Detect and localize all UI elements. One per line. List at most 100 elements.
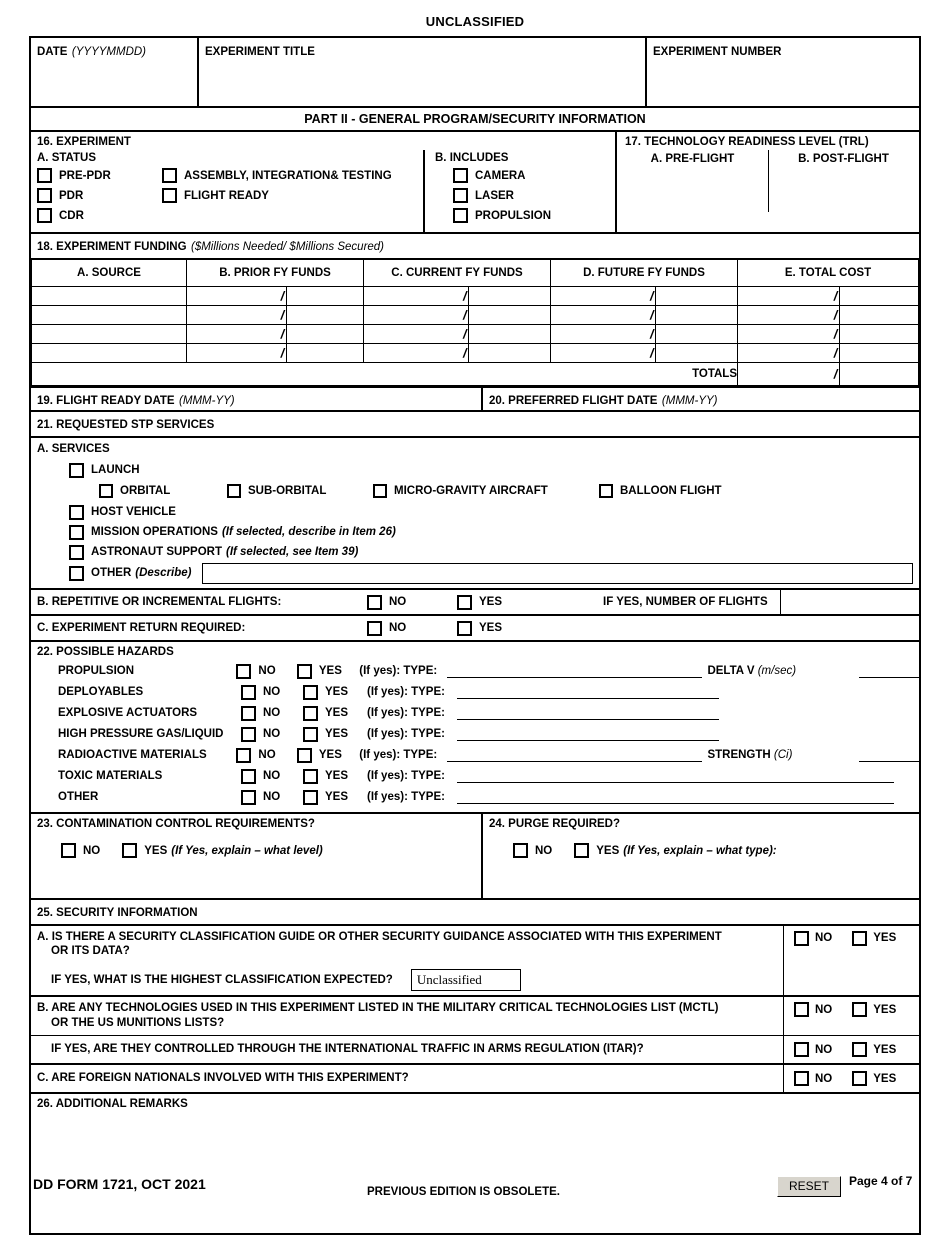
funding-totals-cell[interactable]: / bbox=[737, 361, 919, 386]
hazard-type-input[interactable] bbox=[457, 727, 719, 741]
status-cdr[interactable]: CDR bbox=[37, 206, 162, 226]
checkbox-hazard-yes[interactable] bbox=[303, 705, 318, 721]
hazard-no[interactable]: NO bbox=[241, 789, 303, 805]
item-19[interactable]: 19. FLIGHT READY DATE (MMM-YY) bbox=[31, 388, 481, 410]
hazard-no[interactable]: NO bbox=[241, 726, 303, 742]
includes-laser[interactable]: LASER bbox=[453, 186, 609, 206]
funding-future-cell[interactable]: / bbox=[550, 342, 738, 363]
checkbox-itar-yes[interactable] bbox=[852, 1042, 868, 1058]
funding-prior-cell[interactable]: / bbox=[186, 285, 364, 306]
funding-total-cell[interactable]: / bbox=[737, 323, 919, 344]
checkbox-cdr[interactable] bbox=[37, 208, 52, 224]
funding-source-input[interactable] bbox=[31, 304, 187, 325]
strength-input[interactable] bbox=[858, 748, 920, 762]
trl-post-flight-field[interactable] bbox=[768, 172, 919, 212]
checkbox-hazard-no[interactable] bbox=[241, 789, 256, 805]
hazard-no[interactable]: NO bbox=[236, 747, 296, 763]
includes-camera[interactable]: CAMERA bbox=[453, 166, 609, 186]
checkbox-camera[interactable] bbox=[453, 168, 468, 184]
checkbox-hazard-no[interactable] bbox=[241, 768, 256, 784]
funding-source-input[interactable] bbox=[31, 285, 187, 306]
includes-propulsion[interactable]: PROPULSION bbox=[453, 206, 609, 226]
checkbox-flight-ready[interactable] bbox=[162, 188, 177, 204]
checkbox-balloon-flight[interactable] bbox=[599, 484, 613, 499]
number-of-flights-input[interactable] bbox=[779, 590, 919, 615]
repetitive-flights-no[interactable]: NO bbox=[367, 594, 457, 610]
checkbox-hazard-yes[interactable] bbox=[303, 684, 318, 700]
hazard-yes[interactable]: YES bbox=[296, 747, 359, 763]
checkbox-return-no[interactable] bbox=[367, 620, 382, 636]
service-sub-orbital[interactable]: SUB-ORBITAL bbox=[227, 484, 373, 499]
service-micro-gravity-aircraft[interactable]: MICRO-GRAVITY AIRCRAFT bbox=[373, 484, 599, 499]
checkbox-pre-pdr[interactable] bbox=[37, 168, 52, 184]
checkbox-repetitive-yes[interactable] bbox=[457, 594, 472, 610]
funding-current-cell[interactable]: / bbox=[363, 304, 551, 325]
hazard-no[interactable]: NO bbox=[236, 663, 296, 679]
checkbox-mission-operations[interactable] bbox=[69, 524, 84, 540]
funding-future-cell[interactable]: / bbox=[550, 323, 738, 344]
date-cell[interactable]: DATE (YYYYMMDD) bbox=[31, 38, 197, 106]
checkbox-host-vehicle[interactable] bbox=[69, 504, 84, 520]
experiment-number-cell[interactable]: EXPERIMENT NUMBER bbox=[645, 38, 919, 106]
funding-current-cell[interactable]: / bbox=[363, 323, 551, 344]
checkbox-hazard-yes[interactable] bbox=[303, 726, 318, 742]
checkbox-scg-yes[interactable] bbox=[852, 930, 868, 946]
checkbox-hazard-no[interactable] bbox=[236, 747, 252, 763]
hazard-no[interactable]: NO bbox=[241, 768, 303, 784]
reset-button[interactable]: RESET bbox=[777, 1176, 841, 1197]
service-astronaut-support[interactable]: ASTRONAUT SUPPORT (If selected, see Item… bbox=[69, 542, 913, 562]
service-launch[interactable]: LAUNCH bbox=[69, 460, 913, 480]
checkbox-foreign-nationals-yes[interactable] bbox=[852, 1071, 868, 1087]
funding-current-cell[interactable]: / bbox=[363, 342, 551, 363]
checkbox-astronaut-support[interactable] bbox=[69, 544, 84, 560]
checkbox-propulsion[interactable] bbox=[453, 208, 468, 224]
checkbox-micro-gravity-aircraft[interactable] bbox=[373, 484, 387, 499]
checkbox-contamination-yes[interactable] bbox=[122, 843, 138, 859]
funding-total-cell[interactable]: / bbox=[737, 304, 919, 325]
item-20[interactable]: 20. PREFERRED FLIGHT DATE (MMM-YY) bbox=[481, 387, 919, 410]
repetitive-flights-yes[interactable]: YES bbox=[457, 594, 603, 610]
contamination-explain-input[interactable] bbox=[37, 862, 475, 892]
checkbox-return-yes[interactable] bbox=[457, 620, 472, 636]
service-other[interactable]: OTHER (Describe) bbox=[69, 562, 913, 584]
checkbox-orbital[interactable] bbox=[99, 484, 113, 499]
checkbox-hazard-yes[interactable] bbox=[296, 747, 312, 763]
checkbox-hazard-yes[interactable] bbox=[303, 789, 318, 805]
checkbox-purge-yes[interactable] bbox=[574, 843, 590, 859]
hazard-type-input[interactable] bbox=[457, 769, 894, 783]
hazard-yes[interactable]: YES bbox=[303, 726, 367, 742]
checkbox-pdr[interactable] bbox=[37, 188, 52, 204]
hazard-type-input[interactable] bbox=[457, 706, 719, 720]
hazard-no[interactable]: NO bbox=[241, 705, 303, 721]
checkbox-hazard-no[interactable] bbox=[236, 663, 252, 679]
hazard-no[interactable]: NO bbox=[241, 684, 303, 700]
delta-v-input[interactable] bbox=[858, 664, 920, 678]
status-pre-pdr[interactable]: PRE-PDR bbox=[37, 166, 162, 186]
funding-prior-cell[interactable]: / bbox=[186, 304, 364, 325]
checkbox-mctl-yes[interactable] bbox=[852, 1002, 868, 1018]
service-host-vehicle[interactable]: HOST VEHICLE bbox=[69, 502, 913, 522]
funding-prior-cell[interactable]: / bbox=[186, 323, 364, 344]
hazard-yes[interactable]: YES bbox=[296, 663, 359, 679]
checkbox-hazard-yes[interactable] bbox=[296, 663, 312, 679]
checkbox-itar-no[interactable] bbox=[794, 1042, 809, 1058]
hazard-yes[interactable]: YES bbox=[303, 705, 367, 721]
funding-future-cell[interactable]: / bbox=[550, 285, 738, 306]
checkbox-laser[interactable] bbox=[453, 188, 468, 204]
funding-future-cell[interactable]: / bbox=[550, 304, 738, 325]
hazard-yes[interactable]: YES bbox=[303, 684, 367, 700]
trl-pre-flight-field[interactable] bbox=[617, 172, 768, 212]
hazard-type-input[interactable] bbox=[457, 790, 894, 804]
checkbox-scg-no[interactable] bbox=[794, 930, 809, 946]
service-other-input[interactable] bbox=[201, 562, 913, 584]
checkbox-repetitive-no[interactable] bbox=[367, 594, 382, 610]
service-mission-operations[interactable]: MISSION OPERATIONS (If selected, describ… bbox=[69, 522, 913, 542]
hazard-type-input[interactable] bbox=[457, 685, 719, 699]
purge-explain-input[interactable] bbox=[489, 862, 913, 892]
funding-source-input[interactable] bbox=[31, 342, 187, 363]
funding-source-input[interactable] bbox=[31, 323, 187, 344]
checkbox-assembly-integration-testing[interactable] bbox=[162, 168, 177, 184]
checkbox-mctl-no[interactable] bbox=[794, 1002, 809, 1018]
experiment-return-no[interactable]: NO bbox=[367, 620, 457, 636]
funding-current-cell[interactable]: / bbox=[363, 285, 551, 306]
